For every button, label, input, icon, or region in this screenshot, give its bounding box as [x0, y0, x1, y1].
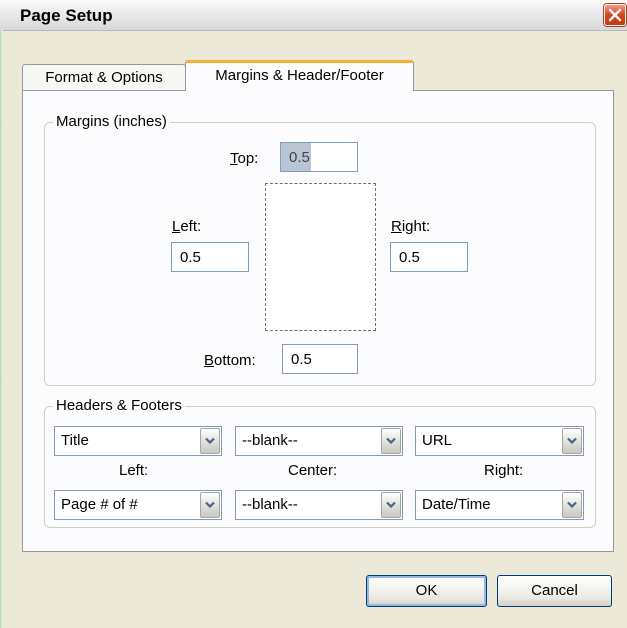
header-left-value: Title: [61, 432, 89, 449]
footer-left-value: Page # of #: [61, 496, 138, 513]
header-right-dropdown-button[interactable]: [562, 428, 582, 454]
left-margin-input[interactable]: [171, 242, 249, 272]
ok-button[interactable]: OK: [366, 575, 487, 607]
right-column-label: Right:: [484, 462, 524, 479]
center-column-label: Center:: [288, 462, 338, 479]
header-center-dropdown-button[interactable]: [381, 428, 401, 454]
footer-left-dropdown-button[interactable]: [200, 492, 220, 518]
right-label: Right:: [391, 218, 431, 235]
close-icon: [608, 8, 622, 22]
bottom-label: Bottom:: [204, 352, 256, 369]
headers-footers-legend: Headers & Footers: [53, 397, 185, 415]
top-label: Top:: [230, 150, 259, 167]
window-edge: [0, 30, 3, 628]
header-center-value: --blank--: [242, 432, 298, 449]
margins-legend: Margins (inches): [53, 113, 170, 131]
header-right-value: URL: [422, 432, 453, 449]
tab-label: Margins & Header/Footer: [215, 67, 384, 84]
title-bar[interactable]: Page Setup: [0, 0, 627, 31]
header-center-select[interactable]: --blank--: [235, 426, 403, 456]
chevron-down-icon: [205, 437, 215, 445]
left-label: Left:: [172, 218, 202, 235]
footer-center-select[interactable]: --blank--: [235, 490, 403, 520]
header-left-dropdown-button[interactable]: [200, 428, 220, 454]
tab-label: Format & Options: [45, 69, 163, 86]
close-button[interactable]: [604, 4, 626, 26]
footer-left-select[interactable]: Page # of #: [54, 490, 222, 520]
left-column-label: Left:: [119, 462, 149, 479]
chevron-down-icon: [567, 501, 577, 509]
chevron-down-icon: [205, 501, 215, 509]
header-right-select[interactable]: URL: [415, 426, 584, 456]
footer-right-select[interactable]: Date/Time: [415, 490, 584, 520]
header-left-select[interactable]: Title: [54, 426, 222, 456]
chevron-down-icon: [386, 501, 396, 509]
footer-right-dropdown-button[interactable]: [562, 492, 582, 518]
cancel-button[interactable]: Cancel: [497, 575, 612, 607]
top-margin-input[interactable]: [280, 142, 358, 172]
footer-right-value: Date/Time: [422, 496, 491, 513]
footer-center-dropdown-button[interactable]: [381, 492, 401, 518]
page-preview: [265, 183, 376, 331]
chevron-down-icon: [386, 437, 396, 445]
bottom-margin-input[interactable]: [282, 344, 358, 374]
tab-format-options[interactable]: Format & Options: [22, 64, 186, 90]
window-title: Page Setup: [20, 6, 113, 25]
footer-center-value: --blank--: [242, 496, 298, 513]
chevron-down-icon: [567, 437, 577, 445]
right-margin-input[interactable]: [390, 242, 468, 272]
tab-margins-header-footer[interactable]: Margins & Header/Footer: [185, 60, 414, 91]
